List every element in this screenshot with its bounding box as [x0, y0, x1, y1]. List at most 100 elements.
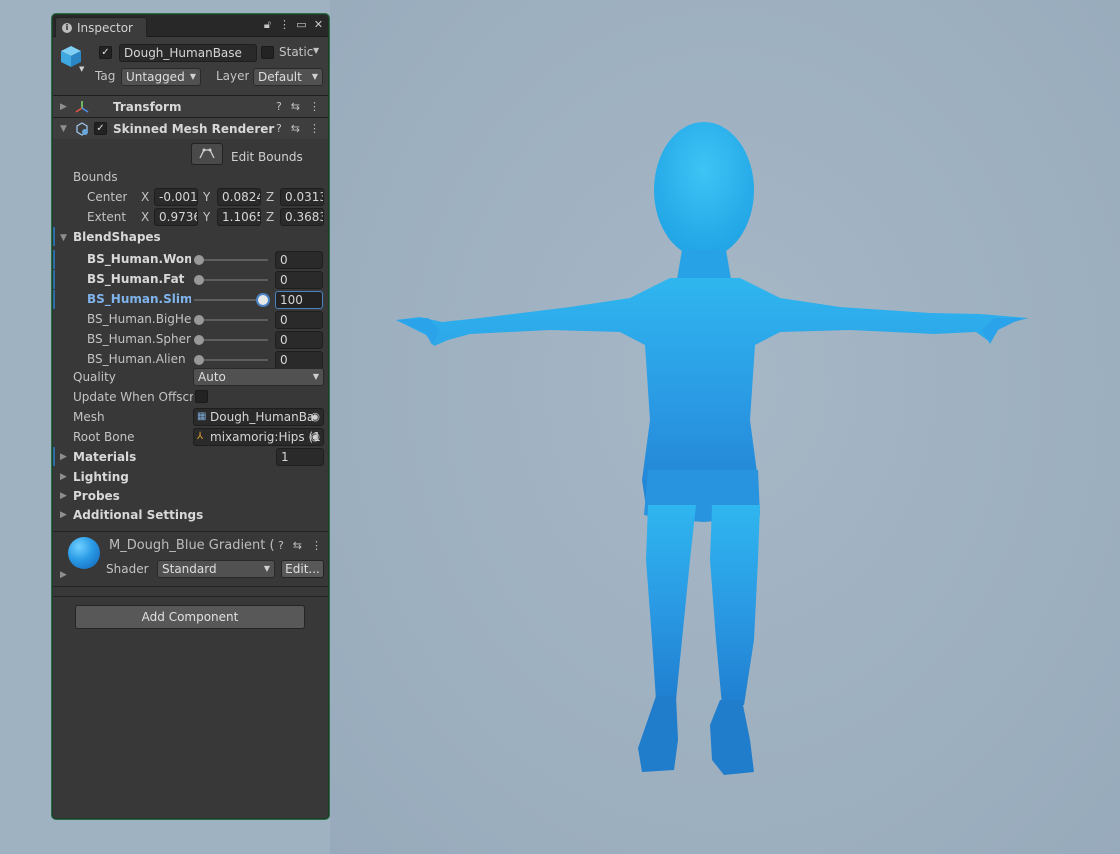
tag-dropdown[interactable]: Untagged ▼ — [121, 68, 201, 86]
blendshape-value-field[interactable]: 0 — [275, 351, 323, 369]
blendshape-value-field[interactable]: 0 — [275, 311, 323, 329]
fold-arrow-down-icon[interactable]: ▼ — [60, 124, 67, 134]
object-picker-icon[interactable]: ◉ — [310, 409, 320, 425]
more-options-icon[interactable]: ⋮ — [311, 539, 322, 552]
fold-arrow-icon[interactable]: ▶ — [60, 510, 67, 520]
material-preview-sphere-icon[interactable] — [68, 537, 100, 569]
mesh-value: Dough_HumanBa — [210, 410, 315, 424]
chevron-down-icon: ▼ — [312, 372, 319, 381]
shader-value: Standard — [162, 562, 217, 576]
scene-viewport[interactable] — [330, 0, 1120, 854]
center-y-field[interactable]: 0.0824 — [217, 188, 261, 206]
shader-edit-button[interactable]: Edit... — [281, 560, 324, 578]
object-picker-icon[interactable]: ◉ — [310, 429, 320, 445]
object-name-field[interactable]: Dough_HumanBase — [119, 44, 257, 62]
fold-arrow-down-icon[interactable]: ▼ — [60, 233, 67, 243]
center-z-field[interactable]: 0.0313 — [280, 188, 324, 206]
blendshape-slider-knob[interactable] — [194, 255, 204, 265]
root-bone-field[interactable]: ⅄ mixamorig:Hips (1 ◉ — [193, 428, 324, 446]
extent-y-field[interactable]: 1.1065 — [217, 208, 261, 226]
blendshape-slider-track[interactable] — [194, 279, 268, 281]
chevron-down-icon: ▼ — [263, 564, 270, 573]
materials-count-field[interactable]: 1 — [276, 448, 324, 466]
blendshape-slider-track[interactable] — [194, 299, 268, 301]
additional-settings-label[interactable]: Additional Settings — [73, 508, 203, 522]
icon-dropdown-caret-icon[interactable]: ▼ — [79, 65, 84, 73]
fold-arrow-icon[interactable]: ▶ — [60, 491, 67, 501]
static-label[interactable]: Static — [279, 45, 313, 59]
maximize-icon[interactable]: ▭ — [296, 18, 307, 32]
smr-component-header[interactable]: ▼ ✓ Skinned Mesh Renderer ? ⇆ ⋮ — [53, 117, 328, 139]
layer-dropdown[interactable]: Default ▼ — [253, 68, 323, 86]
edit-bounds-icon — [199, 148, 215, 159]
blendshape-name: BS_Human.BigHea — [87, 312, 191, 326]
blendshape-row: BS_Human.Sphere 0 — [53, 330, 328, 350]
presets-icon[interactable]: ⇆ — [291, 122, 300, 135]
transform-icon: ⅄ — [197, 431, 204, 442]
blendshape-value-field[interactable]: 100 — [275, 291, 323, 309]
center-label: Center — [87, 190, 128, 204]
extent-x-field[interactable]: 0.9736 — [154, 208, 198, 226]
blendshape-row: BS_Human.Slim 100 — [53, 290, 328, 310]
blendshape-slider-track[interactable] — [194, 339, 268, 341]
help-icon[interactable]: ? — [276, 100, 282, 113]
lighting-label[interactable]: Lighting — [73, 470, 129, 484]
blendshape-name: BS_Human.Fat — [87, 272, 185, 286]
layer-value: Default — [258, 70, 302, 84]
blendshape-slider-knob[interactable] — [194, 335, 204, 345]
quality-dropdown[interactable]: Auto ▼ — [193, 368, 324, 386]
help-icon[interactable]: ? — [278, 539, 284, 552]
presets-icon[interactable]: ⇆ — [291, 100, 300, 113]
more-options-icon[interactable]: ⋮ — [309, 100, 320, 113]
smr-enabled-checkbox[interactable]: ✓ — [94, 122, 107, 135]
inspector-tabbar: i Inspector 🔓︎ ⋮ ▭ ✕ — [53, 15, 328, 37]
tab-inspector[interactable]: i Inspector — [55, 17, 147, 37]
center-x-axis-label: X — [141, 190, 150, 204]
tab-icons: 🔓︎ ⋮ ▭ ✕ — [262, 18, 324, 32]
quality-label: Quality — [73, 370, 116, 384]
tab-inspector-label: Inspector — [77, 20, 133, 35]
edit-bounds-button[interactable] — [191, 143, 223, 165]
presets-icon[interactable]: ⇆ — [293, 539, 302, 552]
blendshape-slider-track[interactable] — [194, 319, 268, 321]
blendshape-slider-knob[interactable] — [258, 295, 268, 305]
extent-z-field[interactable]: 0.3683 — [280, 208, 324, 226]
center-x-field[interactable]: -0.001 — [154, 188, 198, 206]
blendshape-slider-knob[interactable] — [194, 315, 204, 325]
lock-icon[interactable]: 🔓︎ — [262, 18, 273, 32]
root-bone-label: Root Bone — [73, 430, 135, 444]
transform-component-header[interactable]: ▶ Transform ? ⇆ ⋮ — [53, 95, 328, 117]
blendshapes-label[interactable]: BlendShapes — [73, 230, 161, 244]
fold-arrow-icon[interactable]: ▶ — [60, 472, 67, 482]
blendshape-value-field[interactable]: 0 — [275, 331, 323, 349]
static-checkbox[interactable] — [261, 46, 274, 59]
blendshape-row: BS_Human.Alien 0 — [53, 350, 328, 370]
mesh-field[interactable]: ▦ Dough_HumanBa ◉ — [193, 408, 324, 426]
probes-label[interactable]: Probes — [73, 489, 120, 503]
fold-arrow-icon[interactable]: ▶ — [60, 102, 67, 112]
more-options-icon[interactable]: ⋮ — [309, 122, 320, 135]
blendshape-value-field[interactable]: 0 — [275, 271, 323, 289]
blendshape-slider-track[interactable] — [194, 259, 268, 261]
help-icon[interactable]: ? — [276, 122, 282, 135]
fold-arrow-icon[interactable]: ▶ — [60, 570, 67, 580]
active-checkbox[interactable]: ✓ — [99, 46, 112, 59]
modified-indicator — [53, 270, 55, 289]
blendshape-row: BS_Human.BigHea 0 — [53, 310, 328, 330]
blendshape-value-field[interactable]: 0 — [275, 251, 323, 269]
blendshape-slider-knob[interactable] — [194, 275, 204, 285]
transform-icon — [75, 101, 89, 113]
materials-label[interactable]: Materials — [73, 450, 136, 464]
add-component-button[interactable]: Add Component — [75, 605, 305, 629]
close-icon[interactable]: ✕ — [313, 18, 324, 32]
center-z-axis-label: Z — [266, 190, 275, 204]
shader-label: Shader — [106, 562, 149, 576]
static-dropdown-caret-icon[interactable]: ▼ — [313, 46, 319, 55]
blendshape-slider-knob[interactable] — [194, 355, 204, 365]
fold-arrow-icon[interactable]: ▶ — [60, 452, 67, 462]
blendshape-slider-track[interactable] — [194, 359, 268, 361]
update-offscreen-checkbox[interactable] — [195, 390, 208, 403]
mesh-label: Mesh — [73, 410, 105, 424]
shader-dropdown[interactable]: Standard ▼ — [157, 560, 275, 578]
more-options-icon[interactable]: ⋮ — [279, 18, 290, 32]
